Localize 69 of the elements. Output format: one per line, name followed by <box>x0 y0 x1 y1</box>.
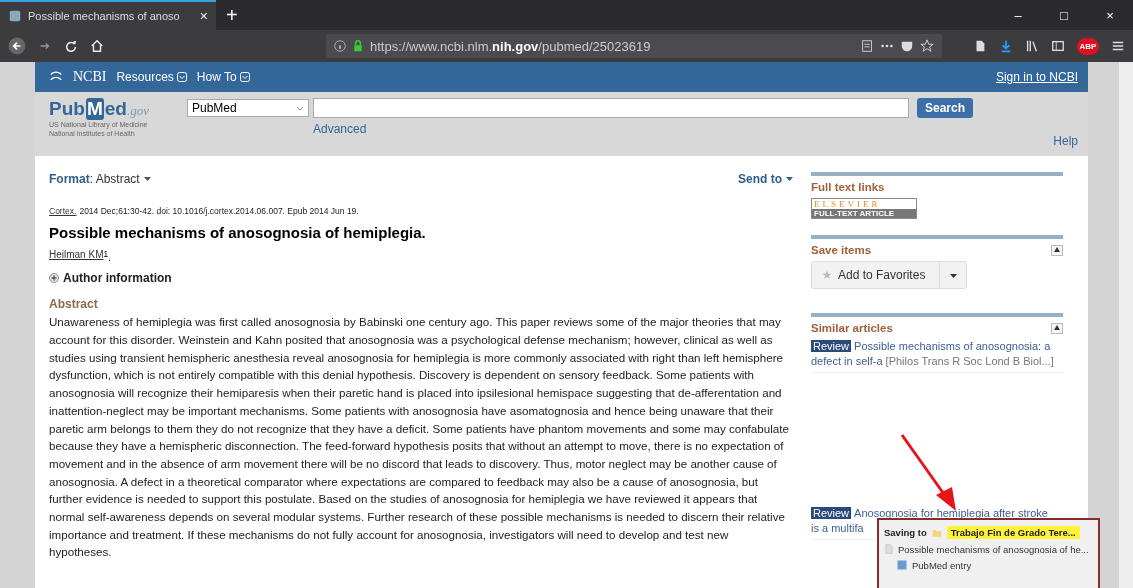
collapse-icon <box>1054 324 1060 330</box>
nav-menu[interactable]: How To <box>196 70 250 84</box>
search-field[interactable] <box>313 98 909 118</box>
chevron-icon <box>296 105 304 111</box>
ncbi-logo[interactable]: NCBI <box>73 69 107 85</box>
pocket-icon <box>900 39 914 53</box>
reload-icon <box>64 39 78 53</box>
star-icon <box>920 39 934 53</box>
send-to-menu[interactable]: Send to <box>738 172 793 186</box>
saved-item-title: Possible mechanisms of anosognosia of he... <box>898 543 1089 555</box>
abstract-heading: Abstract <box>49 297 99 312</box>
abstract-text: Unawareness of hemiplegia was first called anosognosia by Babinski one century ago. This paper reviews some of the major theories that may account for this disorder. Weinstein and Kahn posited that anosognosia was a psychological defense mechanism; however, clinical as well as studies using transient hemispheric anesthesia reveal anosognosia for hemiplegia is more commonly associated with right than left hemisphere dysfunction, which is not entirely compatible with this denial hypothesis. Discovery is dependent on sensory feedback. Some patients with anosognosia will recognize their hemiparesis when their paretic hand is placed into ipsilesional hemispace suggesting that de-afferentation and inattention-neglect may be important mechanisms. Some patients with anosognosia have asomatognosia and hence being unaware that their paretic arm belongs to them they do not recognize that they have a deficit. Some patients have phantom movements and some may confabulate because they have a hemispheric disconnection. The feed-forward hypothesis posits that without an attempt to move, there is no expectation of movement and in the absence of arm movement there will be no discord that leads to discovery. Thus, motor neglect may be another cause of anosognosia. A defect in a theoretical comparator where expectations are compared to feedback may also be a cause of anosognosia, but further evidence is needed to support this postulate. Based on the studies of anosognosia for hemiplegia we have reviewed it appears that normal self-awareness depends on several modular systems. Further research of these possible mechanisms is needed to discern their relative importance and treatment. If these mechanisms do not fully account for anosognosia, investigators will need to develop and test new hypotheses. <box>49 314 790 561</box>
dropdown-icon <box>239 72 250 82</box>
search-button[interactable]: Search <box>917 98 974 118</box>
address-bar[interactable]: https://www.ncbi.nlm.nih.gov/pubmed/25023619 <box>326 34 942 58</box>
database-select[interactable]: PubMed <box>187 99 309 117</box>
document-icon <box>884 543 894 555</box>
elsevier-link[interactable]: ELSEVIER FULL-TEXT ARTICLE <box>811 198 917 219</box>
lock-icon <box>352 40 364 52</box>
close-tab-button[interactable]: × <box>199 8 208 24</box>
sidebar-icon <box>1051 39 1065 53</box>
caret-icon <box>143 177 151 181</box>
star-icon <box>822 270 832 280</box>
pubmed-logo[interactable]: Pub Med.gov <box>49 98 177 120</box>
browser-tab[interactable]: Possible mechanisms of anoso × <box>0 0 216 30</box>
sign-in-link[interactable]: Sign in to NCBI <box>995 70 1078 84</box>
article-title: Possible mechanisms of anosognosia of hemiplegia. <box>49 224 427 241</box>
plus-icon <box>49 273 59 284</box>
caret-icon <box>786 177 793 181</box>
back-icon <box>8 37 26 55</box>
page-icon <box>8 9 22 23</box>
download-icon <box>999 39 1013 53</box>
article-link[interactable]: defect in self-a [Philos Trans R Soc Lond B Biol...] <box>811 354 1063 369</box>
collapse-icon <box>1054 246 1060 252</box>
minimize-button[interactable]: – <box>995 0 1041 30</box>
scrollbar[interactable] <box>1119 62 1133 588</box>
caret-icon <box>949 273 957 278</box>
saving-to-label: Saving to <box>884 527 927 538</box>
dropdown-icon <box>176 72 187 82</box>
citation-text: 2014 Dec;61:30-42. doi: 10.1016/j.cortex.2014.06.007. Epub 2014 Jun 19. <box>79 206 359 216</box>
adblock-badge[interactable]: ABP <box>1077 37 1099 55</box>
close-button[interactable]: × <box>1087 0 1133 30</box>
section-heading: Similar articles <box>811 322 893 334</box>
url-text: https://www.ncbi.nlm.nih.gov/pubmed/25023619 <box>370 38 652 54</box>
author-link[interactable]: Heilman KM <box>49 249 104 264</box>
nav-menu[interactable]: Resources <box>116 70 187 84</box>
home-icon <box>90 39 104 53</box>
collapse-toggle[interactable] <box>1051 322 1063 334</box>
restore-button[interactable]: □ <box>1041 0 1087 30</box>
article-link[interactable]: Review Anosognosia for hemiplegia after stroke <box>811 506 1063 521</box>
section-heading: Full text links <box>811 181 886 193</box>
folder-name: Trabajo Fin de Grado Tere... <box>946 526 1080 539</box>
format-menu[interactable]: Format: Abstract <box>49 172 151 186</box>
collapse-toggle[interactable] <box>1051 244 1063 256</box>
section-heading: Save items <box>811 244 872 256</box>
library-icon <box>1025 39 1039 53</box>
new-tab-button[interactable]: + <box>216 0 248 30</box>
menu-icon <box>1111 39 1125 53</box>
journal-link[interactable]: Cortex. <box>49 206 77 216</box>
help-link[interactable]: Help <box>1053 134 1078 148</box>
reader-icon <box>860 39 874 53</box>
article-link[interactable]: Review Possible mechanisms of anosognosia: a <box>811 339 1063 354</box>
author-information-toggle[interactable]: Author information <box>49 271 793 286</box>
advanced-link[interactable]: Advanced <box>313 122 1044 136</box>
affiliation-note: $^{1}$. <box>103 249 111 264</box>
folder-icon <box>930 527 943 538</box>
page-icon <box>896 559 908 571</box>
saved-item-type: PubMed entry <box>912 559 972 571</box>
info-icon <box>334 40 346 52</box>
